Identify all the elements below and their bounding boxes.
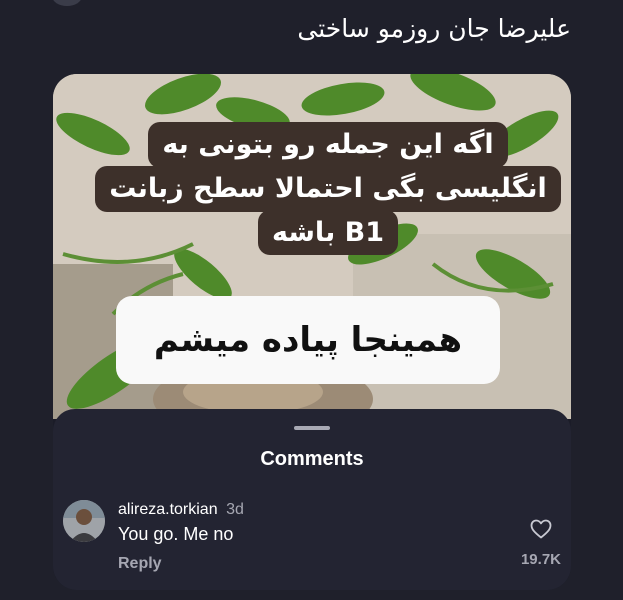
- banner-line: اگه این جمله رو بتونی به: [148, 122, 508, 168]
- reply-button[interactable]: Reply: [118, 555, 162, 573]
- post-caption: علیرضا جان روزمو ساختی: [297, 14, 571, 43]
- comment-header: alireza.torkian 3d: [118, 501, 244, 519]
- post-card[interactable]: اگه این جمله رو بتونی به انگلیسی بگی احت…: [53, 74, 571, 590]
- comments-title: Comments: [260, 448, 364, 470]
- question-banner: اگه این جمله رو بتونی به انگلیسی بگی احت…: [83, 122, 571, 256]
- comment-text: You go. Me no: [118, 524, 234, 544]
- comment-time: 3d: [226, 501, 244, 518]
- screenshot-page: علیرضا جان روزمو ساختی اگه این جمله رو ب…: [0, 0, 623, 600]
- avatar-photo: [63, 500, 105, 542]
- like-count: 19.7K: [520, 551, 561, 568]
- heart-icon[interactable]: [529, 517, 553, 541]
- punchline-banner: همینجا پیاده میشم: [116, 296, 500, 384]
- post-image: اگه این جمله رو بتونی به انگلیسی بگی احت…: [53, 74, 571, 419]
- poster-avatar[interactable]: [52, 0, 82, 6]
- comments-sheet: Comments alireza.torkian 3d You go. Me n…: [53, 409, 571, 590]
- comment-username[interactable]: alireza.torkian: [118, 501, 218, 518]
- drag-handle[interactable]: [294, 426, 330, 430]
- banner-line: B1 باشه: [258, 209, 398, 256]
- comment-avatar[interactable]: [63, 500, 105, 542]
- banner-line: انگلیسی بگی احتمالا سطح زبانت: [95, 165, 561, 212]
